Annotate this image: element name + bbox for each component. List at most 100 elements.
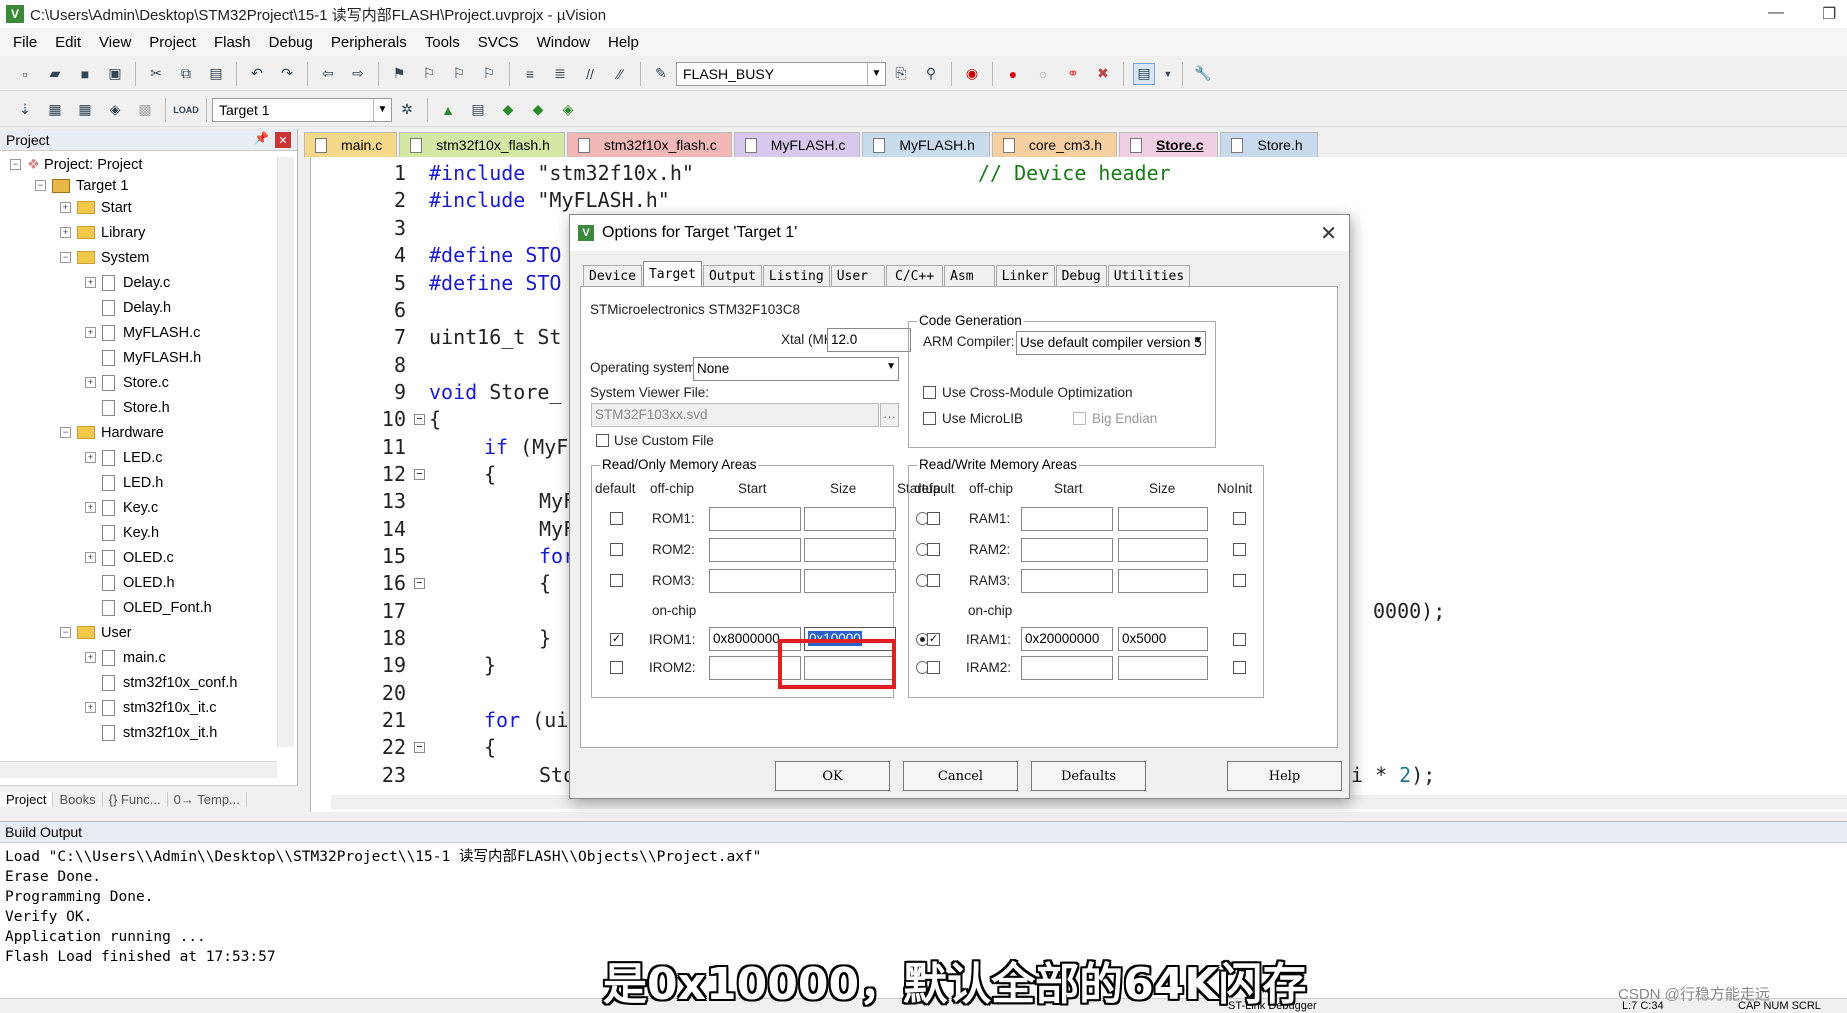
tab-project[interactable]: Project <box>0 791 54 807</box>
ok-button[interactable]: OK <box>775 761 890 791</box>
iram1-start-input[interactable]: 0x20000000 <box>1021 627 1113 651</box>
irom1-checkbox[interactable]: ✓ <box>610 633 623 646</box>
breakpoint-disable-all-icon[interactable]: ⚭ <box>1062 63 1084 85</box>
ram2-size-input[interactable] <box>1118 538 1208 562</box>
ram2-start-input[interactable] <box>1021 538 1113 562</box>
os-select[interactable]: None ▼ <box>693 357 899 381</box>
tab-user[interactable]: User <box>830 265 886 287</box>
bookmark-icon[interactable]: ⚑ <box>388 63 410 85</box>
fold-icon[interactable]: − <box>414 742 425 753</box>
cross-module-checkbox[interactable] <box>923 386 936 399</box>
collapse-icon[interactable]: − <box>10 159 21 170</box>
tab-books[interactable]: Books <box>53 791 103 807</box>
tab-functions[interactable]: {} Func... <box>103 791 168 807</box>
ram1-start-input[interactable] <box>1021 507 1113 531</box>
help-button[interactable]: Help <box>1227 761 1342 791</box>
menu-help[interactable]: Help <box>599 34 648 51</box>
tab-asm[interactable]: Asm <box>944 265 995 287</box>
close-icon[interactable]: ✕ <box>275 132 291 148</box>
tree-file[interactable]: stm32f10x_conf.h <box>102 672 237 693</box>
editor-tab[interactable]: MyFLASH.h <box>862 132 990 157</box>
indent-icon[interactable]: ≡ <box>519 63 541 85</box>
tree-group-hardware[interactable]: − Hardware <box>60 422 164 443</box>
tree-group-library[interactable]: + Library <box>60 222 145 243</box>
arm-compiler-select[interactable]: Use default compiler version 5 ▼ <box>1016 331 1206 355</box>
rom2-checkbox[interactable] <box>610 543 623 556</box>
svf-input[interactable]: STM32F103xx.svd <box>591 403 879 427</box>
expand-icon[interactable]: + <box>85 652 96 663</box>
expand-icon[interactable]: + <box>60 202 71 213</box>
breakpoint-kill-all-icon[interactable]: ✖ <box>1092 63 1114 85</box>
editor-tab[interactable]: MyFLASH.c <box>733 132 861 157</box>
chevron-down-icon[interactable]: ▼ <box>1163 63 1173 85</box>
collapse-icon[interactable]: − <box>60 627 71 638</box>
restore-icon[interactable]: ❐ <box>1822 4 1836 24</box>
rom2-size-input[interactable] <box>804 538 896 562</box>
defaults-button[interactable]: Defaults <box>1031 761 1146 791</box>
rom2-start-input[interactable] <box>709 538 801 562</box>
tree-file[interactable]: Store.h <box>102 397 170 418</box>
copy-icon[interactable]: ⧉ <box>175 63 197 85</box>
chevron-down-icon[interactable]: ▼ <box>886 361 896 372</box>
iram2-checkbox[interactable] <box>927 661 940 674</box>
tab-listing[interactable]: Listing <box>762 265 830 287</box>
editor-tab[interactable]: core_cm3.h <box>991 132 1118 157</box>
tab-target[interactable]: Target <box>642 261 702 287</box>
tree-target[interactable]: − Target 1 <box>35 175 128 196</box>
save-all-icon[interactable]: ▣ <box>104 63 126 85</box>
rom3-checkbox[interactable] <box>610 574 623 587</box>
bookmark-clear-icon[interactable]: ⚐ <box>478 63 500 85</box>
breakpoint-disable-icon[interactable]: ○ <box>1032 63 1054 85</box>
menu-svcs[interactable]: SVCS <box>469 34 528 51</box>
tree-group-start[interactable]: + Start <box>60 197 132 218</box>
tree-file[interactable]: OLED_Font.h <box>102 597 212 618</box>
tree-file[interactable]: + stm32f10x_it.c <box>85 697 217 718</box>
expand-icon[interactable]: + <box>85 452 96 463</box>
rom3-size-input[interactable] <box>804 569 896 593</box>
tree-file[interactable]: stm32f10x_it.h <box>102 722 217 743</box>
stop-build-icon[interactable]: ▩ <box>134 99 156 121</box>
menu-window[interactable]: Window <box>528 34 599 51</box>
editor-tab[interactable]: Store.c <box>1119 132 1219 157</box>
pin-icon[interactable]: 📌 <box>254 131 269 145</box>
menu-edit[interactable]: Edit <box>46 34 90 51</box>
configure-icon[interactable]: 🔧 <box>1192 63 1214 85</box>
editor-tab[interactable]: main.c <box>304 132 398 157</box>
rom1-size-input[interactable] <box>804 507 896 531</box>
iram1-noinit-checkbox[interactable] <box>1233 633 1246 646</box>
tree-file[interactable]: + MyFLASH.c <box>85 322 200 343</box>
save-icon[interactable]: ■ <box>74 63 96 85</box>
cancel-button[interactable]: Cancel <box>903 761 1018 791</box>
collapse-icon[interactable]: − <box>35 180 46 191</box>
custom-file-checkbox[interactable] <box>596 434 609 447</box>
translate-icon[interactable]: ⇣ <box>14 99 36 121</box>
download-icon[interactable]: LOAD <box>173 99 199 121</box>
bookmark-prev-icon[interactable]: ⚐ <box>418 63 440 85</box>
collapse-icon[interactable]: − <box>60 252 71 263</box>
tree-file[interactable]: + OLED.c <box>85 547 174 568</box>
build-icon[interactable]: ▦ <box>44 99 66 121</box>
select-packs-icon[interactable]: ◆ <box>527 99 549 121</box>
tree-file[interactable]: Delay.h <box>102 297 171 318</box>
rebuild-icon[interactable]: ▦ <box>74 99 96 121</box>
editor-tab[interactable]: Store.h <box>1220 132 1318 157</box>
ram3-start-input[interactable] <box>1021 569 1113 593</box>
iram2-size-input[interactable] <box>1118 656 1208 680</box>
menu-tools[interactable]: Tools <box>416 34 469 51</box>
expand-icon[interactable]: + <box>85 277 96 288</box>
big-endian-checkbox[interactable] <box>1073 412 1086 425</box>
iram1-checkbox[interactable]: ✓ <box>927 633 940 646</box>
tree-file[interactable]: OLED.h <box>102 572 175 593</box>
microlib-checkbox[interactable] <box>923 412 936 425</box>
pack-installer-icon[interactable]: ◈ <box>557 99 579 121</box>
breakpoint-icon[interactable]: ● <box>1002 63 1024 85</box>
ram1-size-input[interactable] <box>1118 507 1208 531</box>
find-combo[interactable]: FLASH_BUSY ▼ <box>676 61 886 86</box>
iram2-start-input[interactable] <box>1021 656 1113 680</box>
menu-flash[interactable]: Flash <box>205 34 260 51</box>
close-icon[interactable]: ✕ <box>1320 221 1337 246</box>
tab-linker[interactable]: Linker <box>995 265 1055 287</box>
open-folder-icon[interactable]: ▰ <box>44 63 66 85</box>
incremental-find-icon[interactable]: ⚲ <box>920 63 942 85</box>
tree-file[interactable]: + main.c <box>85 647 166 668</box>
